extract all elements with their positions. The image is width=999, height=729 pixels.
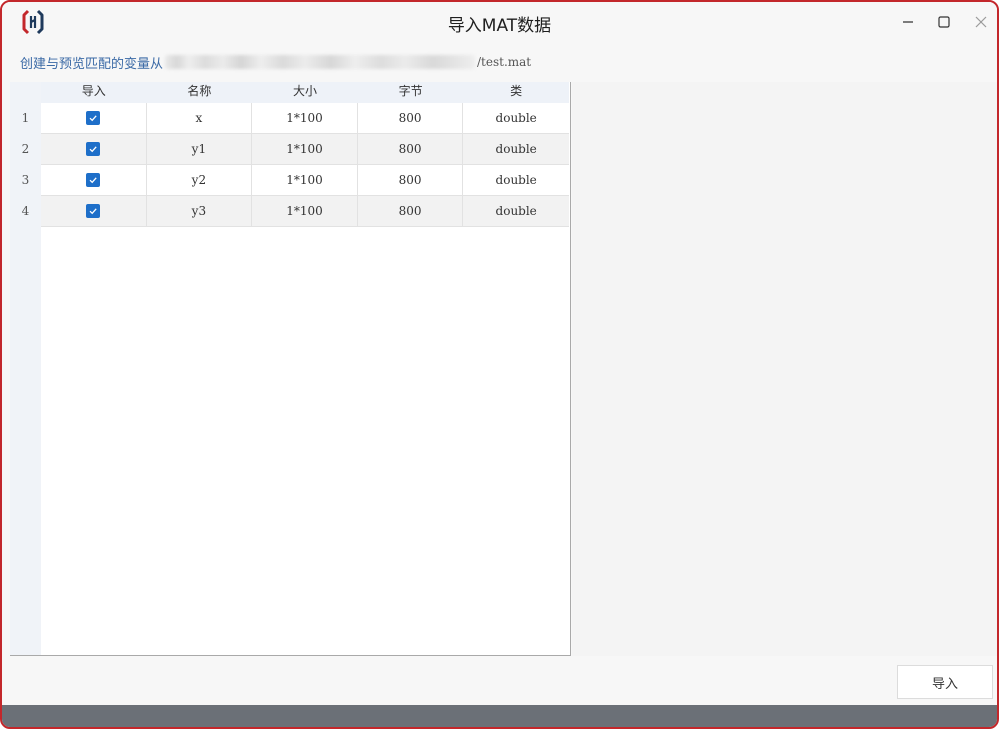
- import-checkbox[interactable]: [86, 111, 101, 125]
- class-cell: double: [495, 111, 537, 125]
- close-button[interactable]: [969, 10, 993, 34]
- redacted-path-segment: [165, 55, 476, 69]
- size-cell: 1*100: [252, 196, 358, 226]
- maximize-button[interactable]: [932, 10, 956, 34]
- import-button[interactable]: 导入: [897, 665, 993, 699]
- size-cell: 1*100: [252, 165, 358, 195]
- source-path-line: 创建与预览匹配的变量从 /test.mat: [20, 52, 531, 72]
- import-checkbox[interactable]: [86, 173, 101, 187]
- preview-panel: [572, 82, 997, 656]
- column-header-size[interactable]: 大小: [252, 82, 358, 103]
- table-row[interactable]: x 1*100 800 double: [41, 103, 569, 134]
- name-cell[interactable]: x: [147, 103, 253, 133]
- checkmark-icon: [89, 177, 97, 184]
- column-header-class[interactable]: 类: [463, 82, 569, 103]
- table-header: 导入 名称 大小 字节 类: [41, 82, 569, 103]
- row-number: 1: [21, 111, 30, 125]
- table-row[interactable]: y2 1*100 800 double: [41, 165, 569, 196]
- class-cell: double: [495, 173, 537, 187]
- import-cell[interactable]: [41, 134, 147, 164]
- table-row[interactable]: y1 1*100 800 double: [41, 134, 569, 165]
- bottom-status-strip: [2, 705, 997, 727]
- maximize-icon: [938, 16, 950, 28]
- bytes-cell: 800: [358, 134, 464, 164]
- import-cell[interactable]: [41, 196, 147, 226]
- name-cell[interactable]: y1: [147, 134, 253, 164]
- checkmark-icon: [89, 115, 97, 122]
- bytes-cell: 800: [358, 165, 464, 195]
- import-mat-window: 导入MAT数据 创建与预览匹配的变量从 /test.mat 导入 名称 大小 字…: [0, 0, 999, 729]
- path-prefix: 创建与预览匹配的变量从: [20, 56, 164, 72]
- column-header-name[interactable]: 名称: [147, 82, 253, 103]
- column-header-import[interactable]: 导入: [41, 82, 147, 103]
- size-cell: 1*100: [252, 103, 358, 133]
- window-title: 导入MAT数据: [447, 16, 552, 36]
- checkmark-icon: [89, 208, 97, 215]
- minimize-icon: [903, 21, 913, 23]
- import-cell[interactable]: [41, 165, 147, 195]
- size-cell: 1*100: [252, 134, 358, 164]
- path-suffix: /test.mat: [477, 55, 532, 69]
- name-cell[interactable]: y3: [147, 196, 253, 226]
- minimize-button[interactable]: [896, 10, 920, 34]
- variables-table: 导入 名称 大小 字节 类 1 x 1*100 800 double 2 y1 …: [10, 82, 571, 656]
- table-row[interactable]: y3 1*100 800 double: [41, 196, 569, 227]
- title-bar[interactable]: 导入MAT数据: [2, 2, 997, 42]
- bytes-cell: 800: [358, 103, 464, 133]
- import-cell[interactable]: [41, 103, 147, 133]
- checkmark-icon: [89, 146, 97, 153]
- close-icon: [975, 16, 987, 28]
- bytes-cell: 800: [358, 196, 464, 226]
- name-cell[interactable]: y2: [147, 165, 253, 195]
- import-checkbox[interactable]: [86, 142, 101, 156]
- class-cell: double: [495, 142, 537, 156]
- import-checkbox[interactable]: [86, 204, 101, 218]
- row-number: 4: [21, 204, 30, 218]
- class-cell: double: [495, 204, 537, 218]
- row-number: 3: [21, 173, 30, 187]
- column-header-bytes[interactable]: 字节: [358, 82, 464, 103]
- row-number: 2: [21, 142, 30, 156]
